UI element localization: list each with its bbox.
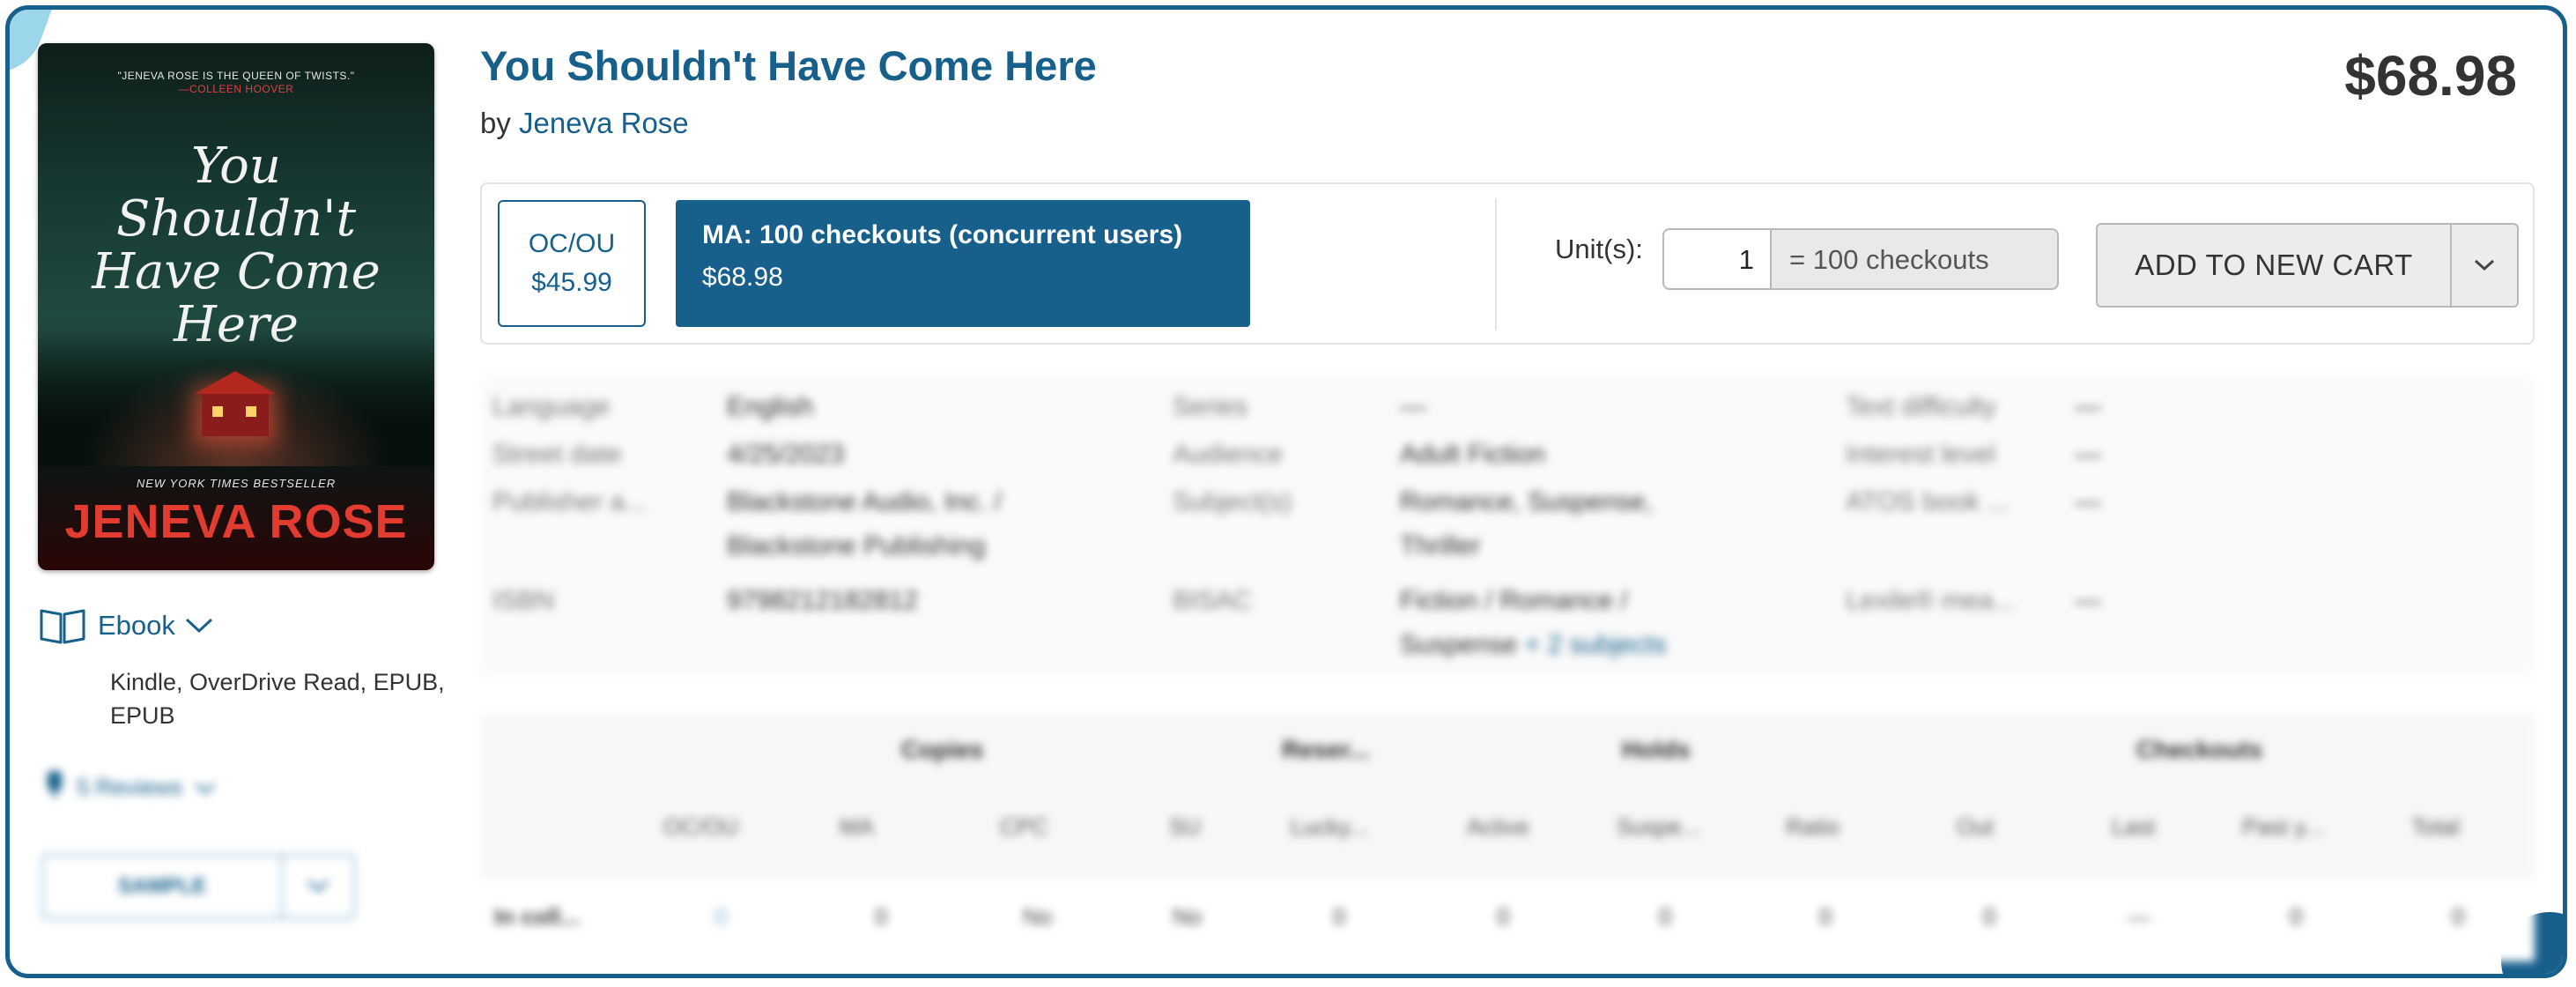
detail-value: —: [2075, 586, 2101, 615]
table-group-header: Copies: [901, 736, 984, 763]
table-cell[interactable]: 0: [714, 903, 727, 931]
circulation-table: Copies Reser... Holds Checkouts OC/OU MA…: [480, 715, 2535, 961]
detail-value: —: [1400, 392, 1426, 421]
chevron-down-icon: [195, 774, 216, 801]
table-column-header: SU: [1169, 813, 1202, 840]
license-name: OC/OU: [528, 229, 616, 258]
detail-label: Publisher a...: [492, 487, 648, 516]
detail-value: —: [2075, 487, 2101, 516]
detail-label: Subject(s): [1173, 487, 1292, 516]
sample-button[interactable]: SAMPLE: [41, 854, 283, 919]
license-price: $68.98: [702, 263, 783, 292]
format-dropdown[interactable]: Ebook: [98, 610, 214, 642]
table-cell: 0: [1333, 903, 1346, 930]
table-group-header: Checkouts: [2136, 736, 2263, 763]
more-subjects-link[interactable]: + 2 subjects: [1525, 630, 1667, 659]
details-panel: Language English Street date 4/25/2023 P…: [480, 376, 2535, 676]
table-column-header: Total: [2411, 813, 2460, 840]
license-price: $45.99: [531, 268, 612, 297]
sample-dropdown-button[interactable]: [283, 854, 355, 919]
detail-label: ATOS book ...: [1846, 487, 2010, 516]
table-cell: 0: [2290, 903, 2303, 930]
table-column-header: Last: [2112, 813, 2156, 840]
units-label: Unit(s):: [1555, 234, 1643, 264]
detail-value: Adult Fiction: [1400, 440, 1546, 469]
cover-title: You Shouldn't Have Come Here: [92, 137, 381, 353]
detail-label: ISBN: [492, 586, 555, 615]
cart-dropdown-button[interactable]: [2452, 223, 2519, 308]
units-equivalent: = 100 checkouts: [1772, 228, 2059, 290]
detail-value: 9798212182812: [727, 586, 918, 615]
table-column-header: Past y...: [2242, 813, 2323, 840]
detail-label: BISAC: [1173, 586, 1253, 615]
detail-label: Street date: [492, 440, 622, 469]
detail-label: Interest level: [1846, 440, 1996, 469]
format-label: Ebook: [98, 610, 175, 641]
chevron-down-icon: [184, 610, 214, 642]
byline-prefix: by: [480, 107, 511, 139]
table-cell: No: [1023, 903, 1053, 930]
add-to-new-cart-button[interactable]: ADD TO NEW CART: [2096, 223, 2452, 308]
table-cell: 0: [875, 903, 888, 930]
purchase-panel: OC/OU $45.99 MA: 100 checkouts (concurre…: [480, 182, 2535, 345]
table-cell: 0: [1983, 903, 1996, 930]
detail-value: —: [2075, 392, 2101, 421]
review-icon: [45, 769, 64, 805]
detail-value: Blackstone Audio, Inc. / Blackstone Publ…: [727, 487, 1002, 560]
byline: by Jeneva Rose: [480, 107, 689, 140]
detail-label: Language: [492, 392, 611, 421]
price: $68.98: [2344, 44, 2517, 108]
license-name: MA: 100 checkouts (concurrent users): [702, 220, 1183, 249]
detail-label: Series: [1173, 392, 1248, 421]
cart-button-group: ADD TO NEW CART: [2096, 223, 2519, 308]
table-cell: —: [2128, 903, 2150, 930]
units-input[interactable]: 1: [1662, 228, 1772, 290]
reviews-link[interactable]: 5 Reviews: [45, 769, 216, 805]
cover-author: JENEVA ROSE: [64, 495, 408, 548]
cover-house: [195, 371, 276, 436]
book-icon: [38, 605, 87, 646]
detail-label: Text difficulty: [1846, 392, 1997, 421]
detail-value: Romance, Suspense, Thriller: [1400, 487, 1653, 560]
table-column-header: CPC: [1000, 813, 1048, 840]
license-option-oc-ou[interactable]: OC/OU $45.99: [498, 200, 646, 327]
table-cell: 0: [1497, 903, 1510, 930]
format-selector[interactable]: Ebook: [38, 605, 214, 646]
detail-label: Lexile® mea...: [1846, 586, 2016, 615]
license-option-ma[interactable]: MA: 100 checkouts (concurrent users) $68…: [676, 200, 1250, 327]
detail-value: English: [727, 392, 814, 421]
product-card: "JENEVA ROSE IS THE QUEEN OF TWISTS." —C…: [5, 5, 2567, 978]
sample-button-group: SAMPLE: [41, 854, 355, 919]
divider: [1495, 198, 1497, 330]
chevron-down-icon: [2474, 259, 2495, 271]
book-cover[interactable]: "JENEVA ROSE IS THE QUEEN OF TWISTS." —C…: [38, 43, 434, 570]
table-cell: 0: [2452, 903, 2465, 930]
detail-value: 4/25/2023: [727, 440, 845, 469]
table-group-header: Holds: [1622, 736, 1691, 763]
table-column-header: MA: [840, 813, 874, 840]
table-cell: No: [1173, 903, 1203, 930]
author-link[interactable]: Jeneva Rose: [519, 107, 689, 139]
table-column-header: Out: [1957, 813, 1994, 840]
book-title[interactable]: You Shouldn't Have Come Here: [480, 41, 1097, 90]
table-cell: 0: [1819, 903, 1832, 930]
units-field-group: 1 = 100 checkouts: [1662, 228, 2059, 290]
detail-value: Fiction / Romance / Suspense + 2 subject…: [1400, 579, 1717, 667]
detail-value: —: [2075, 440, 2101, 469]
chevron-down-icon: [307, 879, 329, 893]
table-group-header: Reser...: [1282, 736, 1370, 763]
table-column-header: OC/OU: [663, 813, 739, 840]
cover-tagline: NEW YORK TIMES BESTSELLER: [136, 477, 337, 490]
cover-blurb: "JENEVA ROSE IS THE QUEEN OF TWISTS." —C…: [117, 70, 355, 95]
table-column-header: Suspe...: [1617, 813, 1701, 840]
reviews-label: 5 Reviews: [77, 774, 182, 800]
table-row-label: In coll...: [494, 903, 580, 930]
table-column-header: Ratio: [1786, 813, 1839, 840]
table-column-header: Active: [1467, 813, 1529, 840]
table-cell: 0: [1659, 903, 1672, 930]
detail-label: Audience: [1173, 440, 1284, 469]
format-description: Kindle, OverDrive Read, EPUB, EPUB: [110, 669, 445, 729]
table-column-header: Lucky...: [1291, 813, 1368, 840]
